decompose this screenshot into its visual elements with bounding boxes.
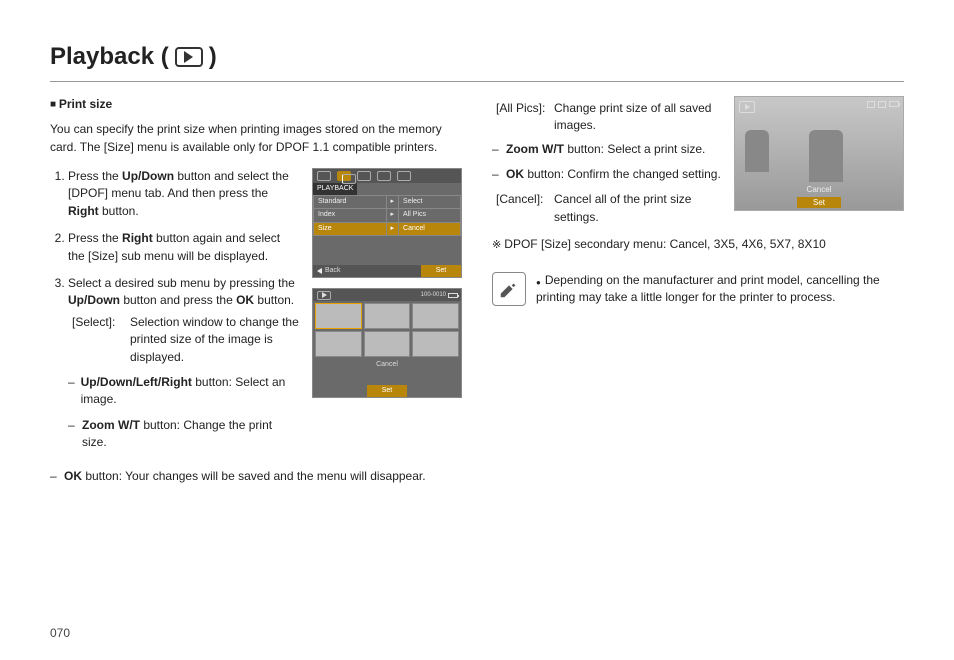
zoom-line: Zoom W/T button: Change the print size.	[82, 417, 300, 452]
tab-icon	[357, 171, 371, 181]
note-text: Depending on the manufacturer and print …	[536, 272, 904, 307]
step-1: Press the Up/Down button and select the …	[68, 168, 300, 220]
menu-screen-mock: PLAYBACK Standard▸Select Index▸All Pics …	[312, 168, 462, 278]
screen-header: PLAYBACK	[313, 183, 357, 195]
back-label: Back	[325, 266, 341, 276]
section-heading: Print size	[50, 96, 462, 114]
play-icon	[739, 101, 755, 113]
allpics-text: Change print size of all saved images.	[554, 100, 726, 135]
photo-screen-mock: Cancel Set	[734, 96, 904, 211]
page-number: 070	[50, 625, 70, 642]
battery-icon	[889, 101, 899, 107]
tab-icon	[377, 171, 391, 181]
cancel-label: Cancel	[313, 360, 461, 370]
screen-tab-bar	[313, 169, 461, 183]
set-button: Set	[797, 197, 841, 208]
title-prefix: Playback (	[50, 40, 169, 75]
person-silhouette	[809, 130, 843, 182]
indicator-icon	[878, 101, 886, 108]
indicator-icon	[867, 101, 875, 108]
back-arrow-icon	[317, 268, 322, 274]
cancel-opt-label: [Cancel]:	[496, 191, 554, 226]
select-text: Selection window to change the printed s…	[130, 314, 300, 366]
step-3: Select a desired sub menu by pressing th…	[68, 275, 300, 452]
cancel-opt-text: Cancel all of the print size settings.	[554, 191, 726, 226]
file-counter: 100-0010	[421, 291, 446, 300]
udlr-line: Up/Down/Left/Right button: Select an ima…	[81, 374, 300, 409]
select-label: [Select]:	[72, 314, 130, 366]
battery-icon	[448, 293, 458, 298]
cancel-label: Cancel	[735, 184, 903, 196]
thumbnail-grid	[313, 301, 461, 359]
allpics-label: [All Pics]:	[496, 100, 554, 135]
thumbnail	[412, 303, 459, 329]
section-intro: You can specify the print size when prin…	[50, 121, 462, 156]
secondary-menu-note: DPOF [Size] secondary menu: Cancel, 3X5,…	[492, 236, 904, 254]
thumbnail	[364, 331, 411, 357]
thumbnail	[315, 331, 362, 357]
person-silhouette	[745, 130, 769, 172]
thumbnail	[412, 331, 459, 357]
note-pen-icon	[492, 272, 526, 306]
play-icon	[175, 47, 203, 67]
page-title: Playback ( )	[50, 40, 904, 82]
title-suffix: )	[209, 40, 217, 75]
set-button: Set	[367, 385, 407, 397]
ok-line: OK button: Your changes will be saved an…	[64, 468, 426, 485]
set-button: Set	[421, 265, 461, 277]
thumbnail	[364, 303, 411, 329]
thumbnail-screen-mock: 100-0010 Cancel Set	[312, 288, 462, 398]
tab-icon	[397, 171, 411, 181]
tab-icon	[337, 171, 351, 181]
play-icon	[317, 291, 331, 300]
thumbnail	[315, 303, 362, 329]
ok-confirm-line: OK button: Confirm the changed setting.	[506, 166, 721, 183]
tab-icon	[317, 171, 331, 181]
zoom-select-line: Zoom W/T button: Select a print size.	[506, 141, 705, 158]
step-2: Press the Right button again and select …	[68, 230, 300, 265]
menu-table: Standard▸Select Index▸All Pics Size▸Canc…	[313, 195, 461, 235]
